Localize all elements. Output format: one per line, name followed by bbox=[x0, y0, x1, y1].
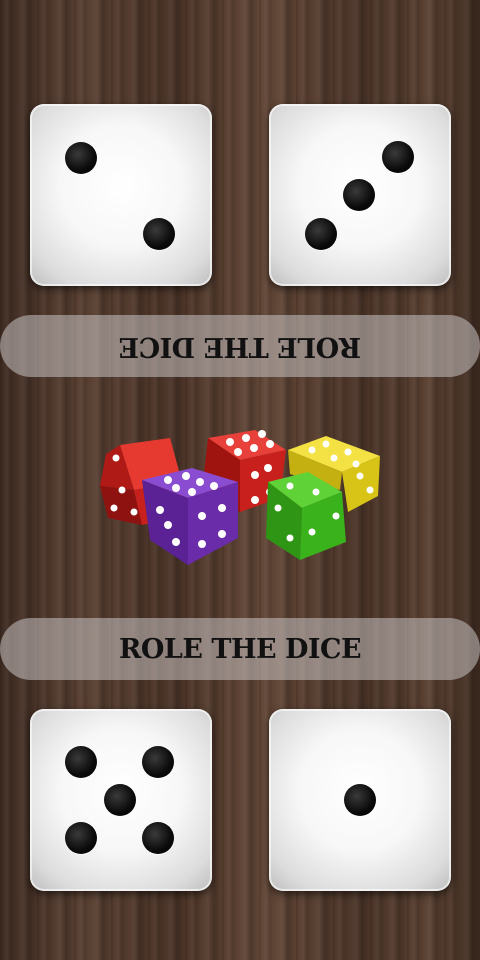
pip bbox=[343, 179, 375, 211]
pip bbox=[65, 822, 97, 854]
pip bbox=[142, 822, 174, 854]
roll-button-top[interactable]: ROLE THE DICE bbox=[0, 315, 480, 377]
roll-button-top-label: ROLE THE DICE bbox=[118, 330, 362, 362]
roll-button-bottom-label: ROLE THE DICE bbox=[118, 633, 362, 665]
pip bbox=[344, 784, 376, 816]
roll-button-bottom[interactable]: ROLE THE DICE bbox=[0, 618, 480, 680]
die-top-left[interactable] bbox=[30, 104, 212, 286]
pip bbox=[104, 784, 136, 816]
purple-die-icon bbox=[142, 468, 238, 565]
pip bbox=[142, 746, 174, 778]
pip bbox=[382, 141, 414, 173]
pip bbox=[65, 142, 97, 174]
pip bbox=[65, 746, 97, 778]
pip bbox=[143, 218, 175, 250]
die-top-right[interactable] bbox=[269, 104, 451, 286]
die-bottom-left[interactable] bbox=[30, 709, 212, 891]
die-bottom-right[interactable] bbox=[269, 709, 451, 891]
pip bbox=[305, 218, 337, 250]
colored-dice-illustration bbox=[100, 430, 380, 565]
